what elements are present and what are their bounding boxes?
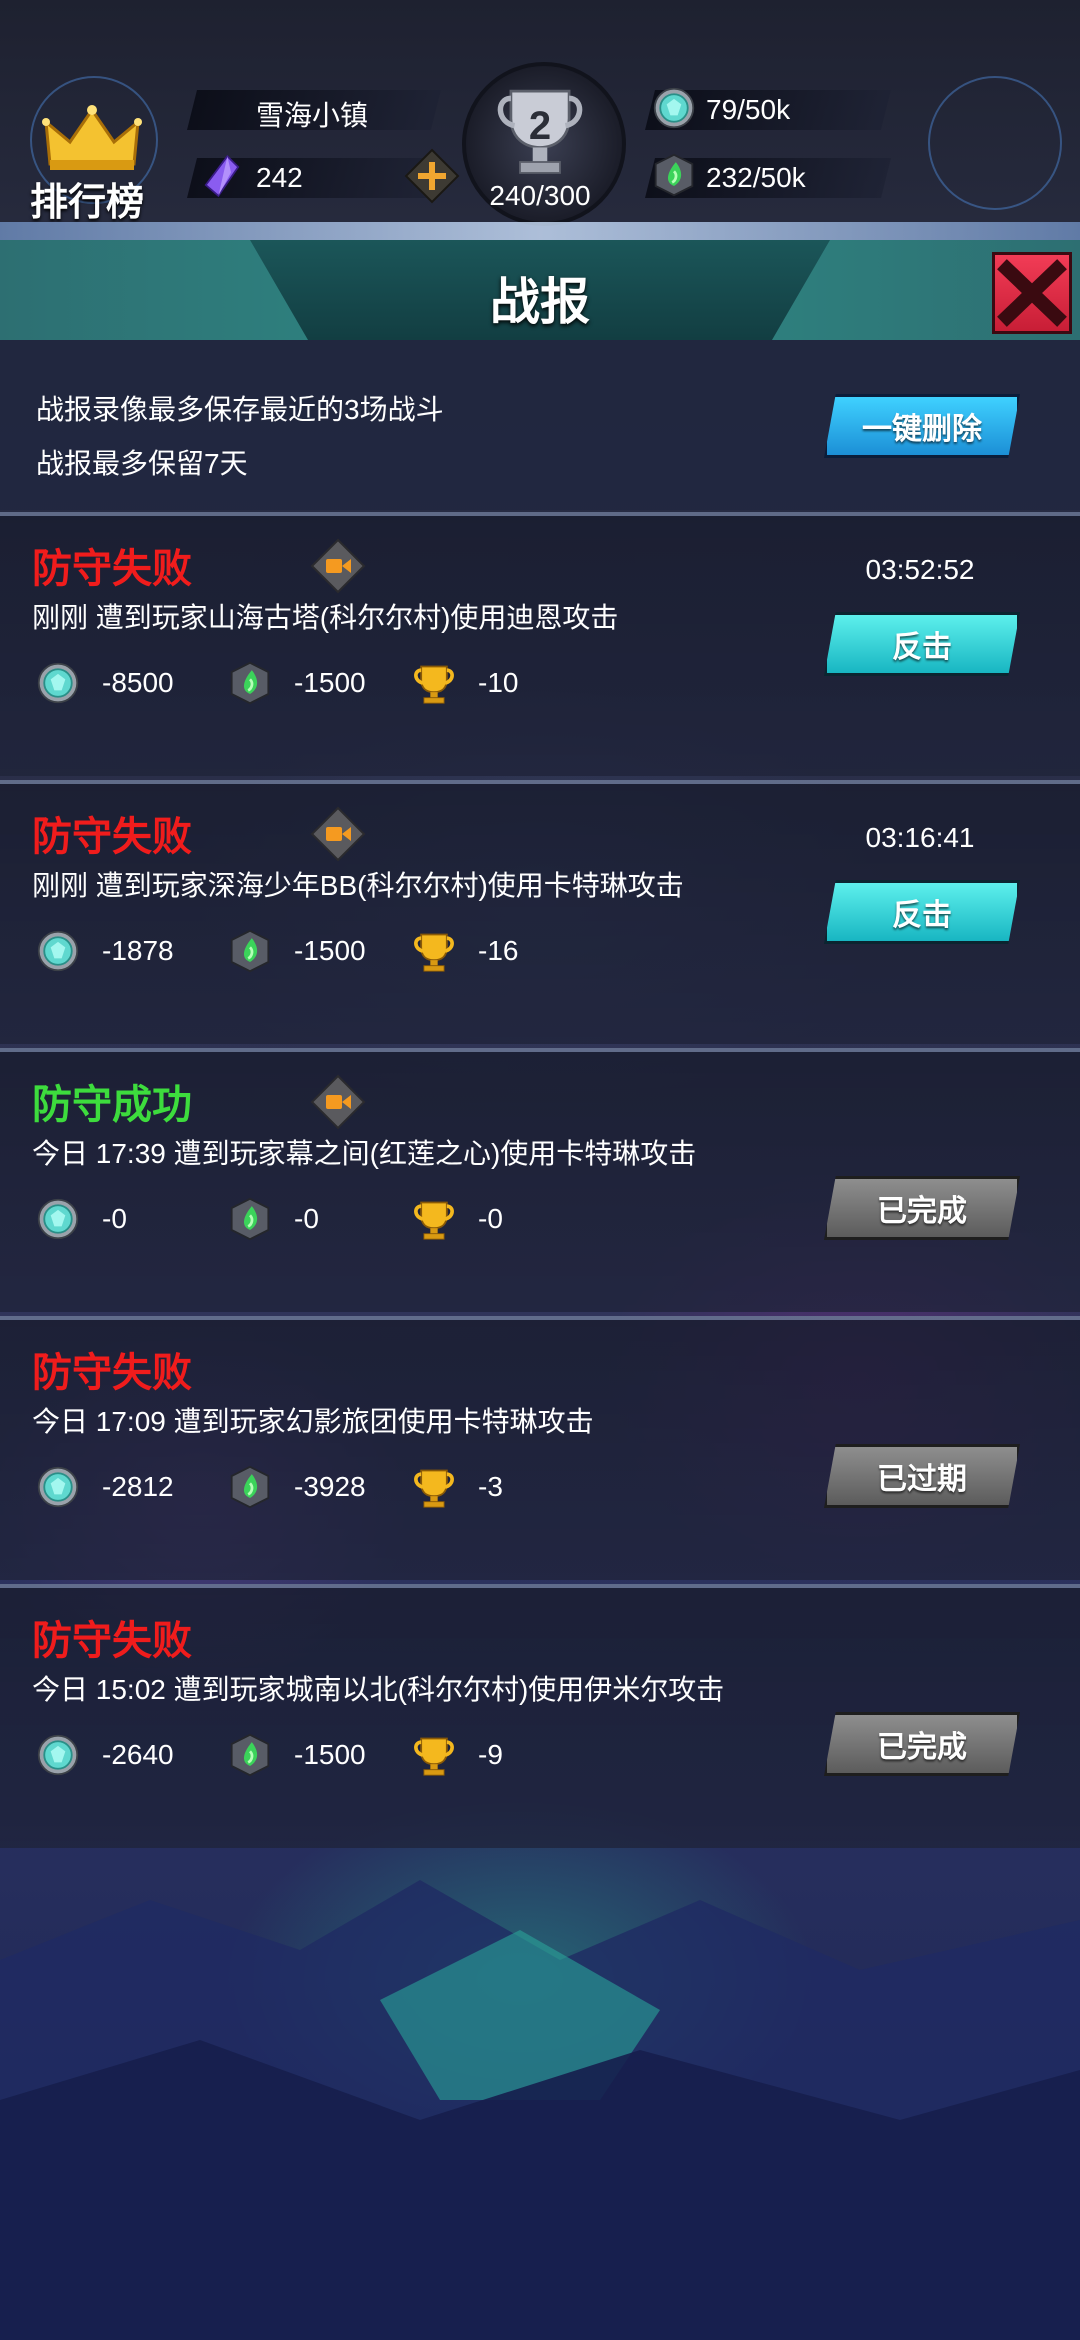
coin-icon: [653, 87, 695, 129]
crown-icon: [42, 105, 142, 170]
coin-count: 79/50k: [706, 94, 791, 125]
coins-change: -0: [36, 1194, 127, 1244]
town-name: 雪海小镇: [256, 100, 369, 131]
report-card: 防守失败今日 15:02 遭到玩家城南以北(科尔尔村)使用伊米尔攻击已完成 -26…: [0, 1584, 1080, 1848]
report-description: 今日 17:09 遭到玩家幻影旅团使用卡特琳攻击: [32, 1406, 594, 1437]
elixir-icon: [230, 1733, 270, 1777]
revenge-button[interactable]: 反击: [824, 612, 1020, 676]
elixir-value: -1500: [294, 667, 366, 698]
ranking-label: 排行榜: [30, 182, 145, 224]
video-icon[interactable]: [310, 538, 366, 594]
video-icon[interactable]: [310, 806, 366, 862]
status-button: 已完成: [824, 1176, 1020, 1240]
elixir-value: -3928: [294, 1471, 366, 1502]
report-card: 防守失败今日 17:09 遭到玩家幻影旅团使用卡特琳攻击已过期 -2812 -392…: [0, 1316, 1080, 1580]
close-button[interactable]: [992, 252, 1072, 334]
coins-value: -2640: [102, 1739, 174, 1770]
elixir-count: 232/50k: [706, 162, 806, 193]
coins-value: -0: [102, 1203, 127, 1234]
elixir-change: -1500: [228, 926, 366, 976]
ranking-button[interactable]: 排行榜: [20, 96, 180, 224]
coin-icon: [37, 1198, 79, 1240]
video-icon[interactable]: [310, 1074, 366, 1130]
report-status: 防守失败: [32, 815, 192, 859]
elixir-value: -1500: [294, 935, 366, 966]
elixir-change: -3928: [228, 1462, 366, 1512]
coin-icon: [37, 1466, 79, 1508]
coin-icon: [37, 1734, 79, 1776]
info-line-2: 战报最多保留7天: [36, 448, 248, 479]
magic-circle-right: [928, 76, 1062, 210]
coins-value: -1878: [102, 935, 174, 966]
elixir-icon: [654, 153, 694, 197]
report-status: 防守失败: [32, 547, 192, 591]
close-icon: [997, 259, 1067, 327]
coins-change: -2812: [36, 1462, 174, 1512]
plus-icon[interactable]: [404, 148, 460, 204]
trophies-change: -16: [412, 926, 518, 976]
report-status: 防守失败: [32, 1351, 192, 1395]
gold-trophy-icon: [414, 665, 454, 704]
revenge-button[interactable]: 反击: [824, 880, 1020, 944]
elixir-value: -0: [294, 1203, 319, 1234]
gem-icon: [204, 154, 240, 198]
report-card: 防守失败刚刚 遭到玩家山海古塔(科尔尔村)使用迪恩攻击 03:52:52 反击 -85…: [0, 512, 1080, 776]
trophies-change: -0: [412, 1194, 503, 1244]
elixir-change: -0: [228, 1194, 319, 1244]
elixir-icon: [230, 661, 270, 705]
trophies-change: -10: [412, 658, 518, 708]
panel-title: 战报: [490, 274, 590, 330]
coins-value: -8500: [102, 667, 174, 698]
gold-trophy-icon: [414, 1737, 454, 1776]
coins-value: -2812: [102, 1471, 174, 1502]
report-status: 防守成功: [32, 1083, 192, 1127]
report-card: 防守失败刚刚 遭到玩家深海少年BB(科尔尔村)使用卡特琳攻击 03:16:41 反击…: [0, 780, 1080, 1044]
coins-change: -8500: [36, 658, 174, 708]
elixir-change: -1500: [228, 1730, 366, 1780]
gold-trophy-icon: [414, 1201, 454, 1240]
status-button: 已过期: [824, 1444, 1020, 1508]
trophy-progress: 240/300: [489, 180, 591, 211]
trophies-value: -10: [478, 667, 519, 698]
header-divider: [0, 222, 1080, 242]
elixir-icon: [230, 929, 270, 973]
trophies-value: -9: [478, 1739, 503, 1770]
report-description: 刚刚 遭到玩家山海古塔(科尔尔村)使用迪恩攻击: [32, 602, 619, 633]
elixir-value: -1500: [294, 1739, 366, 1770]
gold-trophy-icon: [414, 933, 454, 972]
coin-icon: [37, 930, 79, 972]
report-description: 今日 17:39 遭到玩家幕之间(红莲之心)使用卡特琳攻击: [32, 1138, 697, 1169]
elixir-icon: [230, 1197, 270, 1241]
report-card: 防守成功今日 17:39 遭到玩家幕之间(红莲之心)使用卡特琳攻击已完成 -0 -0…: [0, 1048, 1080, 1312]
coins-change: -2640: [36, 1730, 174, 1780]
report-status: 防守失败: [32, 1619, 192, 1663]
revenge-timer: 03:52:52: [865, 554, 975, 585]
report-description: 刚刚 遭到玩家深海少年BB(科尔尔村)使用卡特琳攻击: [32, 870, 684, 901]
trophies-value: -16: [478, 935, 519, 966]
delete-all-button[interactable]: 一键删除: [824, 394, 1020, 458]
trophy-level: 2: [528, 104, 552, 148]
top-bar: 排行榜 雪海小镇 242 2 240/300 79/50k 232/50k: [0, 0, 1080, 226]
gold-trophy-icon: [414, 1469, 454, 1508]
trophies-value: -3: [478, 1471, 503, 1502]
background-scenery: [0, 1880, 1080, 2340]
trophies-value: -0: [478, 1203, 503, 1234]
gem-count: 242: [256, 162, 303, 193]
status-button: 已完成: [824, 1712, 1020, 1776]
coins-change: -1878: [36, 926, 174, 976]
elixir-icon: [230, 1465, 270, 1509]
trophies-change: -9: [412, 1730, 503, 1780]
elixir-change: -1500: [228, 658, 366, 708]
revenge-timer: 03:16:41: [865, 822, 975, 853]
trophies-change: -3: [412, 1462, 503, 1512]
coin-icon: [37, 662, 79, 704]
report-description: 今日 15:02 遭到玩家城南以北(科尔尔村)使用伊米尔攻击: [32, 1674, 725, 1705]
info-line-1: 战报录像最多保存最近的3场战斗: [36, 394, 444, 425]
